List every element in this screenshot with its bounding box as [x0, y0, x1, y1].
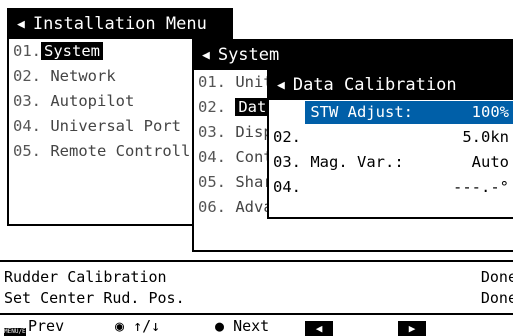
- back-arrow-icon: ◀: [277, 78, 285, 93]
- data-calibration-title: ◀ Data Calibration: [269, 71, 513, 100]
- mag-var-value: Auto: [471, 153, 509, 171]
- stw-adjust-value: 100%: [471, 103, 509, 121]
- right-arrow-icon: ▶: [398, 321, 426, 336]
- calibration-item-stw-adjust[interactable]: 01. STW Adjust: 100%: [269, 100, 513, 125]
- back-arrow-icon: ◀: [202, 48, 210, 63]
- status-done: Done: [480, 289, 513, 307]
- prev-softkey[interactable]: MENU/ESCPrev: [4, 317, 64, 336]
- data-calibration-panel: ◀ Data Calibration 01. STW Adjust: 100% 0…: [267, 69, 513, 219]
- calibration-item-variation[interactable]: 04. ---.-°: [269, 175, 513, 200]
- variation-value: ---.-°: [453, 178, 509, 196]
- screen: ◀ Installation Menu 01. System 02. Network…: [0, 0, 513, 336]
- system-menu-title: ◀ System: [194, 41, 513, 70]
- left-arrow-softkey[interactable]: ◀: [305, 317, 333, 336]
- right-arrow-softkey[interactable]: ▶: [398, 317, 426, 336]
- installation-menu-title: ◀ Installation Menu: [9, 10, 231, 39]
- status-divider: [0, 260, 513, 262]
- speed-value: 5.0kn: [462, 128, 509, 146]
- menu-esc-icon: MENU/ESC: [4, 328, 33, 336]
- status-done: Done: [480, 268, 513, 286]
- calibration-item-mag-var[interactable]: 03. Mag. Var.: Auto: [269, 150, 513, 175]
- back-arrow-icon: ◀: [17, 17, 25, 32]
- left-arrow-icon: ◀: [305, 321, 333, 336]
- status-line-rudder-calibration: Rudder Calibration Done: [0, 267, 513, 287]
- updown-softkey[interactable]: ◉ ↑/↓: [115, 317, 160, 336]
- knob-push-icon: ●: [215, 317, 225, 335]
- status-line-center-rudder: Set Center Rud. Pos. Done: [0, 288, 513, 308]
- softkey-bar: MENU/ESCPrev ◉ ↑/↓ ● Next ◀ ▶: [0, 317, 513, 336]
- knob-icon: ◉: [115, 317, 125, 335]
- next-softkey[interactable]: ● Next: [215, 317, 269, 336]
- calibration-item-speed[interactable]: 02. 5.0kn: [269, 125, 513, 150]
- softkey-divider: [0, 313, 513, 315]
